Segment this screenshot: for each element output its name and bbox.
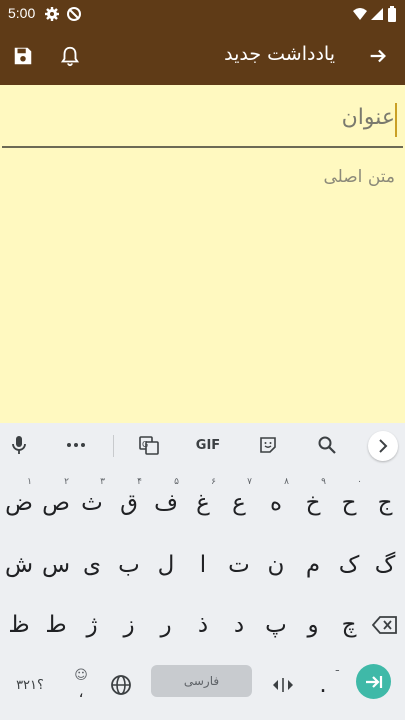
mic-icon[interactable] (5, 431, 33, 459)
backspace-icon (372, 616, 397, 634)
key[interactable]: ب (111, 539, 147, 591)
globe-icon (111, 675, 131, 695)
search-icon[interactable] (313, 431, 341, 459)
body-placeholder: متن اصلی (323, 167, 395, 187)
gif-button[interactable]: GIF (192, 431, 224, 459)
wifi-icon (352, 6, 368, 22)
signal-icon (369, 6, 385, 22)
status-bar: 5:00 (0, 0, 405, 28)
key[interactable]: ص۲ (38, 477, 74, 529)
enter-key[interactable] (356, 664, 391, 699)
key[interactable]: ل (148, 539, 184, 591)
battery-icon (387, 6, 397, 22)
key[interactable]: ا (185, 539, 221, 591)
keyboard-toolbar: G GIF (0, 423, 405, 467)
cursor-arrows-icon (273, 678, 293, 692)
key[interactable]: س (38, 539, 74, 591)
title-placeholder: عنوان (341, 105, 395, 130)
title-divider (2, 146, 403, 148)
next-field-icon (365, 675, 382, 688)
key[interactable]: ع۷ (221, 477, 257, 529)
key[interactable]: ز (111, 599, 147, 651)
key[interactable]: چ (331, 599, 367, 651)
key[interactable]: ق۴ (111, 477, 147, 529)
key[interactable]: ر (148, 599, 184, 651)
key[interactable]: پ (258, 599, 294, 651)
emoji-comma-key[interactable]: ☺ ، (63, 659, 99, 711)
backspace-key[interactable] (367, 599, 403, 651)
key[interactable]: ظ (1, 599, 37, 651)
key[interactable]: و (295, 599, 331, 651)
symbols-key[interactable]: ؟۳۲۱ (8, 659, 52, 711)
key[interactable]: ی (74, 539, 110, 591)
toolbar-separator (113, 435, 114, 457)
key[interactable]: ط (38, 599, 74, 651)
reminder-button[interactable] (56, 42, 84, 70)
arrow-forward-icon (370, 49, 386, 63)
key[interactable]: گ (367, 539, 403, 591)
bell-icon (60, 46, 80, 67)
keyboard-row-2: ش س ی ب ل ا ت ن م ک گ (0, 535, 405, 595)
space-bar[interactable]: فارسی (151, 665, 252, 697)
cursor-move-key[interactable] (265, 659, 301, 711)
status-time: 5:00 (8, 5, 36, 21)
text-caret (395, 103, 397, 137)
sticker-icon[interactable] (254, 431, 282, 459)
key[interactable]: ژ (74, 599, 110, 651)
title-input[interactable]: عنوان (0, 99, 405, 147)
key[interactable]: ف۵ (148, 477, 184, 529)
page-title: یادداشت جدید (224, 43, 335, 65)
soft-keyboard: G GIF ض۱ ص۲ ث۳ ق۴ ف۵ غ۶ ع۷ ه۸ خ۹ ح۰ ج ش … (0, 423, 405, 720)
key[interactable]: ح۰ (331, 477, 367, 529)
chevron-right-icon[interactable] (368, 431, 398, 461)
keyboard-row-3: ظ ط ژ ز ر ذ د پ و چ (0, 595, 405, 655)
language-key[interactable] (103, 659, 139, 711)
key[interactable]: غ۶ (185, 477, 221, 529)
back-button[interactable] (364, 42, 392, 70)
translate-icon[interactable]: G (135, 431, 163, 459)
more-icon[interactable] (62, 431, 90, 459)
app-bar: یادداشت جدید (0, 28, 405, 85)
period-key[interactable]: . ـ (305, 659, 341, 711)
key[interactable]: ک (331, 539, 367, 591)
save-button[interactable] (9, 42, 37, 70)
emoji-icon: ☺ (74, 668, 88, 683)
key[interactable]: ث۳ (74, 477, 110, 529)
key[interactable]: ن (258, 539, 294, 591)
key[interactable]: د (221, 599, 257, 651)
settings-icon (44, 6, 60, 22)
key[interactable]: ض۱ (1, 477, 37, 529)
key[interactable]: م (295, 539, 331, 591)
keyboard-row-4: ؟۳۲۱ ☺ ، فارسی . ـ (0, 655, 405, 715)
keyboard-row-1: ض۱ ص۲ ث۳ ق۴ ف۵ غ۶ ع۷ ه۸ خ۹ ح۰ ج (0, 473, 405, 533)
key[interactable]: ت (221, 539, 257, 591)
key[interactable]: ه۸ (258, 477, 294, 529)
key[interactable]: ذ (185, 599, 221, 651)
key[interactable]: خ۹ (295, 477, 331, 529)
svg-text:G: G (142, 440, 148, 449)
note-editor: عنوان متن اصلی (0, 85, 405, 423)
key[interactable]: ج (367, 477, 403, 529)
key[interactable]: ش (1, 539, 37, 591)
save-icon (14, 47, 32, 65)
sync-off-icon (66, 6, 82, 22)
